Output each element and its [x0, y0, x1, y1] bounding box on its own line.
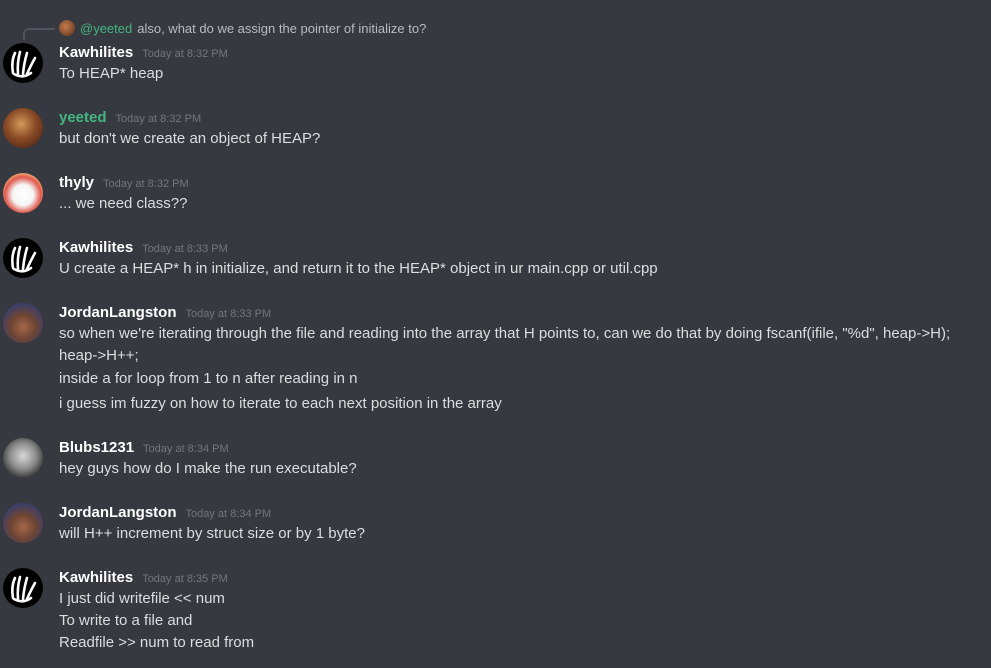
message-text: I just did writefile << num	[59, 590, 225, 607]
reply-reference[interactable]: @yeeted also, what do we assign the poin…	[23, 19, 427, 40]
message-text: but don't we create an object of HEAP?	[59, 130, 321, 147]
avatar[interactable]	[3, 568, 43, 608]
message-text: i guess im fuzzy on how to iterate to ea…	[59, 395, 502, 412]
avatar[interactable]	[3, 503, 43, 543]
reply-connector	[23, 28, 55, 40]
timestamp: Today at 8:32 PM	[115, 113, 202, 125]
username[interactable]: Kawhilites	[59, 569, 133, 586]
username[interactable]: thyly	[59, 174, 94, 191]
avatar[interactable]	[3, 43, 43, 83]
timestamp: Today at 8:33 PM	[142, 243, 228, 255]
username[interactable]: JordanLangston	[59, 304, 177, 321]
claw-logo-icon	[11, 50, 37, 78]
username[interactable]: Blubs1231	[59, 439, 134, 456]
message-text: To HEAP* heap	[59, 65, 164, 82]
message-text: hey guys how do I make the run executabl…	[59, 460, 357, 477]
reply-avatar	[59, 20, 75, 36]
avatar[interactable]	[3, 303, 43, 343]
message-text: ... we need class??	[59, 195, 188, 212]
avatar[interactable]	[3, 238, 43, 278]
reply-text: also, what do we assign the pointer of i…	[137, 20, 427, 36]
username[interactable]: yeeted	[59, 109, 107, 126]
timestamp: Today at 8:35 PM	[142, 573, 228, 585]
message-text: To write to a file and	[59, 612, 193, 629]
reply-username[interactable]: @yeeted	[80, 21, 132, 36]
claw-logo-icon	[11, 575, 37, 603]
username[interactable]: Kawhilites	[59, 44, 133, 61]
message-text: Readfile >> num to read from	[59, 634, 255, 651]
message-text: heap->H++;	[59, 347, 139, 364]
username[interactable]: Kawhilites	[59, 239, 133, 256]
avatar[interactable]	[3, 108, 43, 148]
message-text: so when we're iterating through the file…	[59, 325, 951, 342]
message-text: U create a HEAP* h in initialize, and re…	[59, 260, 658, 277]
timestamp: Today at 8:34 PM	[185, 508, 272, 520]
avatar[interactable]	[3, 173, 43, 213]
message-text: inside a for loop from 1 to n after read…	[59, 370, 358, 387]
username[interactable]: JordanLangston	[59, 504, 177, 521]
message-text: will H++ increment by struct size or by …	[59, 525, 365, 542]
timestamp: Today at 8:32 PM	[103, 178, 189, 190]
timestamp: Today at 8:33 PM	[185, 308, 272, 320]
claw-logo-icon	[11, 245, 37, 273]
timestamp: Today at 8:34 PM	[143, 443, 229, 455]
avatar[interactable]	[3, 438, 43, 478]
timestamp: Today at 8:32 PM	[142, 48, 228, 60]
